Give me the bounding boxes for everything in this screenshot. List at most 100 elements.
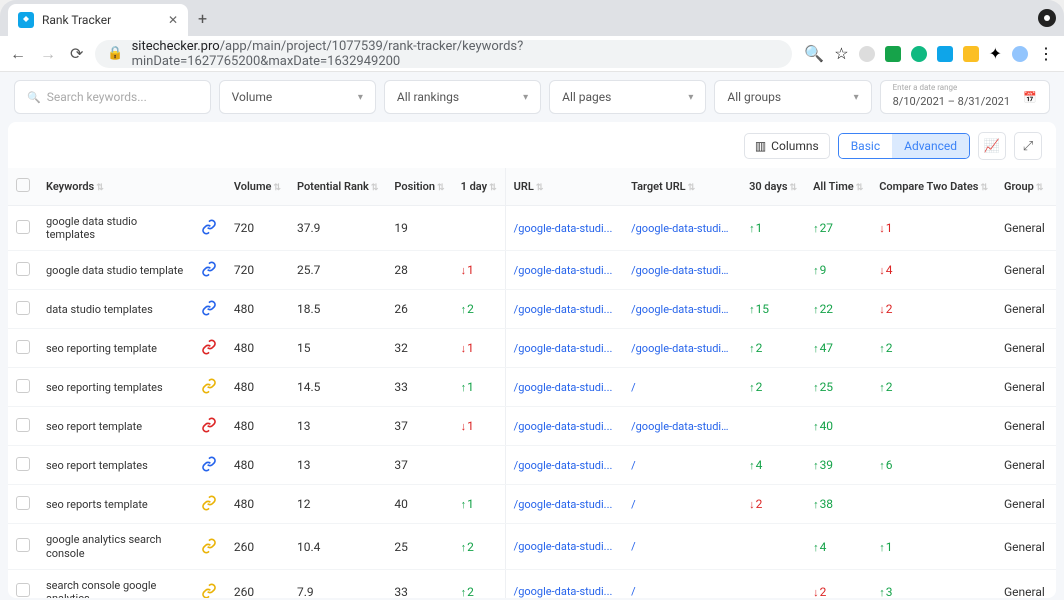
link-icon[interactable] — [200, 582, 218, 598]
keyword-cell[interactable]: seo reports template — [38, 485, 192, 524]
url-cell[interactable]: /google-data-studi... — [505, 251, 623, 290]
target-url-cell[interactable]: /google-data-studio... — [623, 407, 741, 446]
url-cell[interactable]: /google-data-studi... — [505, 446, 623, 485]
col-volume[interactable]: Volume⇅ — [226, 168, 289, 206]
target-url-cell[interactable]: / — [623, 569, 741, 598]
ext-icon-4[interactable] — [937, 46, 953, 62]
keyword-cell[interactable]: seo reporting template — [38, 329, 192, 368]
ext-icon-1[interactable] — [859, 46, 875, 62]
chart-icon[interactable]: 📈 — [978, 132, 1006, 160]
row-checkbox[interactable] — [16, 262, 30, 276]
row-checkbox[interactable] — [16, 496, 30, 510]
target-url-cell[interactable]: /google-data-studio... — [623, 206, 741, 251]
target-url-cell[interactable]: / — [623, 524, 741, 569]
delta-value: ↑1 — [461, 380, 474, 394]
row-checkbox[interactable] — [16, 418, 30, 432]
close-tab-icon[interactable]: ✕ — [168, 13, 178, 27]
url-cell[interactable]: /google-data-studi... — [505, 368, 623, 407]
url-cell[interactable]: /google-data-studi... — [505, 524, 623, 569]
expand-icon[interactable]: ⤢ — [1014, 132, 1042, 160]
url-cell[interactable]: /google-data-studi... — [505, 290, 623, 329]
col-potential-rank[interactable]: Potential Rank⇅ — [289, 168, 386, 206]
keyword-cell[interactable]: seo report templates — [38, 446, 192, 485]
potential-rank-cell: 25.7 — [289, 251, 386, 290]
back-button[interactable]: ← — [10, 44, 26, 64]
keyword-cell[interactable]: data studio templates — [38, 290, 192, 329]
profile-avatar[interactable] — [1012, 46, 1028, 62]
link-icon[interactable] — [200, 455, 218, 473]
col-group[interactable]: Group⇅ — [996, 168, 1056, 206]
delta-value: ↑38 — [813, 497, 833, 511]
ext-icon-5[interactable] — [963, 46, 979, 62]
col-30days[interactable]: 30 days⇅ — [741, 168, 805, 206]
row-checkbox[interactable] — [16, 538, 30, 552]
search-input[interactable]: Search keywords... — [14, 80, 211, 114]
ext-icon-2[interactable] — [885, 46, 901, 62]
delta-value: ↓1 — [461, 263, 474, 277]
link-icon[interactable] — [200, 494, 218, 512]
keyword-cell[interactable]: seo reporting templates — [38, 368, 192, 407]
target-url-cell[interactable]: /google-data-studio... — [623, 329, 741, 368]
star-icon[interactable]: ☆ — [834, 44, 848, 63]
row-checkbox[interactable] — [16, 457, 30, 471]
advanced-tab[interactable]: Advanced — [892, 134, 969, 158]
filter-groups[interactable]: All groups▾ — [714, 80, 871, 114]
col-url[interactable]: URL⇅ — [505, 168, 623, 206]
reload-button[interactable]: ⟳ — [70, 44, 83, 64]
target-url-cell[interactable]: /google-data-studio... — [623, 290, 741, 329]
row-checkbox[interactable] — [16, 220, 30, 234]
col-target-url[interactable]: Target URL⇅ — [623, 168, 741, 206]
delta-value: ↑2 — [879, 380, 892, 394]
ext-icon-3[interactable] — [911, 46, 927, 62]
group-cell: General — [996, 524, 1056, 569]
target-url-cell[interactable]: / — [623, 368, 741, 407]
url-cell[interactable]: /google-data-studi... — [505, 407, 623, 446]
row-checkbox[interactable] — [16, 301, 30, 315]
data-card: ▥Columns Basic Advanced 📈 ⤢ Keywords⇅ Vo… — [8, 122, 1056, 598]
delta-value: ↓2 — [749, 497, 762, 511]
select-all-checkbox[interactable] — [16, 178, 30, 192]
filter-rankings[interactable]: All rankings▾ — [384, 80, 541, 114]
target-url-cell[interactable]: / — [623, 485, 741, 524]
menu-icon[interactable]: ⋮ — [1038, 44, 1054, 63]
row-checkbox[interactable] — [16, 340, 30, 354]
url-input[interactable]: 🔒 sitechecker.pro/app/main/project/10775… — [95, 40, 792, 68]
window-profile-icon[interactable] — [1038, 9, 1056, 27]
link-icon[interactable] — [200, 299, 218, 317]
target-url-cell[interactable]: / — [623, 446, 741, 485]
row-checkbox[interactable] — [16, 583, 30, 597]
filter-pages[interactable]: All pages▾ — [549, 80, 706, 114]
target-url-cell[interactable]: /google-data-studio... — [623, 251, 741, 290]
link-icon[interactable] — [200, 218, 218, 236]
row-checkbox[interactable] — [16, 379, 30, 393]
columns-button[interactable]: ▥Columns — [744, 133, 830, 159]
keyword-cell[interactable]: seo report template — [38, 407, 192, 446]
col-compare[interactable]: Compare Two Dates⇅ — [871, 168, 996, 206]
browser-tab[interactable]: Rank Tracker ✕ — [8, 4, 188, 36]
link-icon[interactable] — [200, 260, 218, 278]
extensions-icon[interactable]: ✦ — [989, 44, 1002, 63]
link-icon[interactable] — [200, 416, 218, 434]
basic-tab[interactable]: Basic — [839, 134, 892, 158]
volume-cell: 260 — [226, 569, 289, 598]
url-cell[interactable]: /google-data-studi... — [505, 569, 623, 598]
new-tab-button[interactable]: + — [198, 9, 207, 28]
filter-volume[interactable]: Volume▾ — [219, 80, 376, 114]
url-cell[interactable]: /google-data-studi... — [505, 206, 623, 251]
keyword-cell[interactable]: google data studio template — [38, 251, 192, 290]
link-icon[interactable] — [200, 377, 218, 395]
forward-button[interactable]: → — [40, 44, 56, 64]
col-position[interactable]: Position⇅ — [386, 168, 452, 206]
date-range-input[interactable]: Enter a date range 8/10/2021 – 8/31/2021… — [880, 80, 1050, 114]
zoom-icon[interactable]: 🔍 — [804, 44, 824, 63]
keyword-cell[interactable]: search console google analytics — [38, 569, 192, 598]
col-alltime[interactable]: All Time⇅ — [805, 168, 871, 206]
col-1day[interactable]: 1 day⇅ — [453, 168, 506, 206]
url-cell[interactable]: /google-data-studi... — [505, 329, 623, 368]
link-icon[interactable] — [200, 338, 218, 356]
col-keywords[interactable]: Keywords⇅ — [38, 168, 192, 206]
keyword-cell[interactable]: google analytics search console — [38, 524, 192, 569]
keyword-cell[interactable]: google data studio templates — [38, 206, 192, 251]
url-cell[interactable]: /google-data-studi... — [505, 485, 623, 524]
link-icon[interactable] — [200, 537, 218, 555]
